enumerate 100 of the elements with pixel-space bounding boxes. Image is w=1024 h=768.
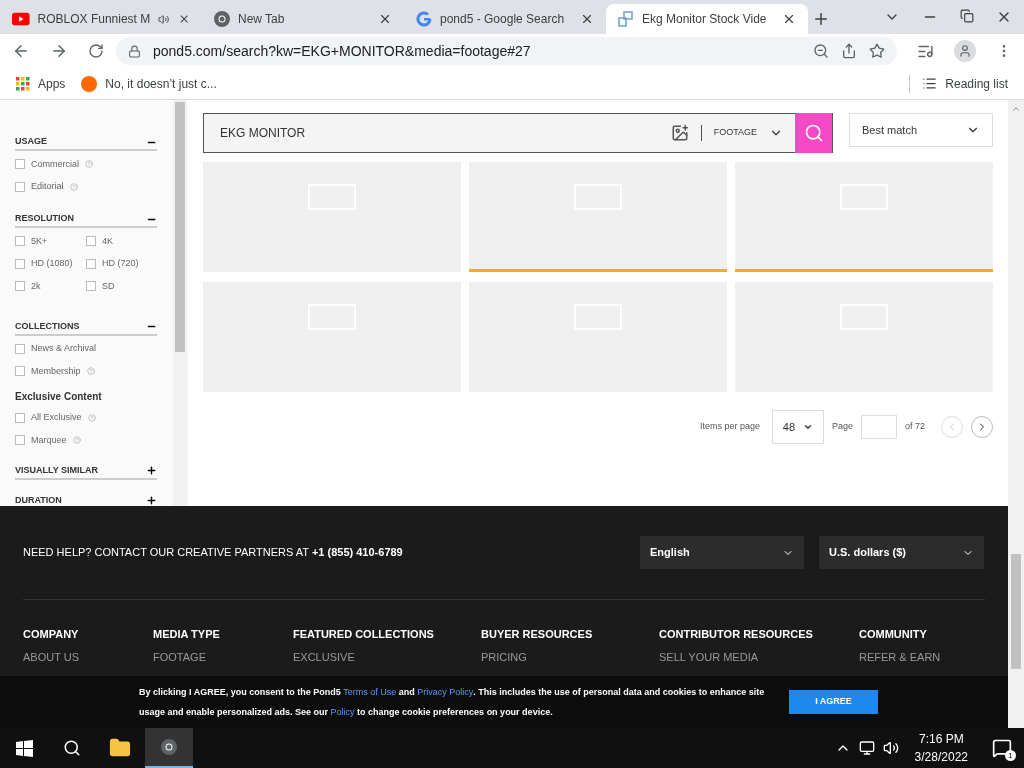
network-icon[interactable] xyxy=(858,740,875,756)
page-input[interactable] xyxy=(860,415,897,439)
filter-option[interactable]: Membership xyxy=(31,364,81,378)
search-icon xyxy=(803,123,824,143)
filter-option[interactable]: 5K+ xyxy=(31,234,48,248)
notification-icon xyxy=(992,738,1012,758)
checkbox[interactable] xyxy=(86,258,96,269)
browser-tab[interactable]: Ekg Monitor Stock Vide xyxy=(606,4,808,34)
footer-link[interactable]: PRICING xyxy=(481,648,659,665)
tab-title: New Tab xyxy=(238,11,286,28)
scroll-up-icon[interactable] xyxy=(1011,104,1021,114)
checkbox[interactable] xyxy=(15,281,25,292)
close-icon[interactable] xyxy=(378,12,392,26)
taskbar-app[interactable] xyxy=(145,728,193,768)
policy-link[interactable]: Terms of Use xyxy=(343,687,397,697)
items-per-page-label: Items per page xyxy=(699,420,760,434)
per-page-dropdown[interactable]: 48 xyxy=(771,410,824,444)
footer-heading: FEATURED COLLECTIONS xyxy=(293,627,435,642)
star-icon[interactable] xyxy=(869,43,885,59)
bookmark-label: Apps xyxy=(38,75,66,93)
filter-heading: COLLECTIONS xyxy=(15,319,80,333)
checkbox[interactable] xyxy=(15,343,25,354)
scrollbar-thumb[interactable] xyxy=(175,102,185,352)
footer-link[interactable]: ABOUT US xyxy=(23,648,153,665)
checkbox[interactable] xyxy=(86,236,96,247)
filter-option[interactable]: All Exclusive xyxy=(31,411,82,425)
clock-date: 3/28/2022 xyxy=(914,749,968,766)
footer-heading: CONTRIBUTOR RESOURCES xyxy=(659,627,814,642)
page-count: of 72 xyxy=(904,420,925,434)
back-icon[interactable] xyxy=(12,42,30,60)
expand-icon[interactable] xyxy=(146,465,157,476)
filter-option[interactable]: News & Archival xyxy=(31,342,97,356)
checkbox[interactable] xyxy=(15,181,25,192)
checkbox[interactable] xyxy=(15,258,25,269)
reload-icon[interactable] xyxy=(88,43,104,59)
notification-center[interactable]: 1 xyxy=(992,738,1012,758)
volume-icon[interactable] xyxy=(882,740,899,756)
share-icon[interactable] xyxy=(841,43,857,59)
video-thumbnail[interactable] xyxy=(735,162,993,272)
close-icon[interactable] xyxy=(782,12,796,26)
search-text: EKG MONITOR xyxy=(220,125,307,142)
footer-heading: BUYER RESOURCES xyxy=(481,627,594,642)
folder-icon[interactable] xyxy=(109,737,131,759)
policy-link[interactable]: Policy xyxy=(330,707,355,717)
lock-icon xyxy=(128,44,141,58)
footer-link[interactable]: FOOTAGE xyxy=(153,648,293,665)
page-label: Page xyxy=(831,420,853,434)
url-text: pond5.com/search?kw=EKG+MONITOR&media=footage#27 xyxy=(153,41,532,61)
bookmark[interactable]: Apps xyxy=(16,74,66,93)
filter-option[interactable]: Commercial xyxy=(31,157,79,171)
filter-heading: RESOLUTION xyxy=(15,212,74,226)
language-dropdown[interactable]: English xyxy=(640,536,804,569)
page-scrollbar[interactable] xyxy=(1008,100,1024,728)
search-button[interactable] xyxy=(795,113,832,153)
filter-option[interactable]: 2k xyxy=(31,279,41,293)
video-logo-icon xyxy=(12,12,30,26)
address-bar[interactable]: pond5.com/search?kw=EKG+MONITOR&media=footage#27 xyxy=(116,37,897,65)
checkbox[interactable] xyxy=(15,435,25,446)
currency-dropdown[interactable]: U.S. dollars ($) xyxy=(819,536,984,569)
filter-option[interactable]: 4K xyxy=(102,234,113,248)
footer-link[interactable]: SELL YOUR MEDIA xyxy=(659,648,859,665)
search-field[interactable]: EKG MONITOR FOOTAGE xyxy=(203,113,833,153)
video-thumbnail[interactable] xyxy=(469,162,727,272)
reading-list-button[interactable]: Reading list xyxy=(909,74,1008,93)
speaker-icon[interactable] xyxy=(158,12,170,26)
filter-option[interactable]: HD (720) xyxy=(102,257,139,271)
filter-option[interactable]: SD xyxy=(102,279,115,293)
filter-option[interactable]: Editorial xyxy=(31,180,64,194)
filter-heading: VISUALLY SIMILAR xyxy=(15,463,98,477)
media-type-dropdown[interactable]: FOOTAGE xyxy=(713,126,783,140)
windows-logo-icon[interactable] xyxy=(16,739,33,757)
checkbox[interactable] xyxy=(86,281,96,292)
zoom-out-icon[interactable] xyxy=(813,43,829,59)
new-tab-icon[interactable] xyxy=(812,10,830,28)
footer-heading: COMPANY xyxy=(23,627,80,642)
filter-option[interactable]: HD (1080) xyxy=(31,257,73,271)
search-icon[interactable] xyxy=(63,739,81,757)
restore-icon[interactable] xyxy=(960,9,974,23)
close-icon[interactable] xyxy=(580,12,594,26)
expand-icon[interactable] xyxy=(146,495,157,506)
clock-time: 7:16 PM xyxy=(918,731,964,748)
scrollbar-thumb[interactable] xyxy=(1011,554,1021,669)
footer-link[interactable]: EXCLUSIVE xyxy=(293,648,481,665)
footer-heading: MEDIA TYPE xyxy=(153,627,221,642)
agree-button[interactable]: I AGREE xyxy=(789,690,878,714)
site-logo-icon xyxy=(81,75,98,92)
checkbox[interactable] xyxy=(15,236,25,247)
image-search-icon[interactable] xyxy=(670,124,689,142)
sidebar-scrollbar[interactable] xyxy=(173,100,187,506)
tab-title: ROBLOX Funniest M xyxy=(37,11,151,28)
checkbox[interactable] xyxy=(15,159,25,170)
footer-link[interactable]: REFER & EARN xyxy=(859,648,979,665)
forward-icon[interactable] xyxy=(50,42,68,60)
filter-option[interactable]: Marquee xyxy=(31,433,67,447)
checkbox[interactable] xyxy=(15,412,25,423)
profile-avatar[interactable] xyxy=(954,40,976,62)
chrome-icon xyxy=(214,11,230,27)
checkbox[interactable] xyxy=(15,366,25,377)
sort-dropdown[interactable]: Best match xyxy=(849,113,993,147)
bookmark[interactable]: No, it doesn’t just c... xyxy=(81,74,217,93)
